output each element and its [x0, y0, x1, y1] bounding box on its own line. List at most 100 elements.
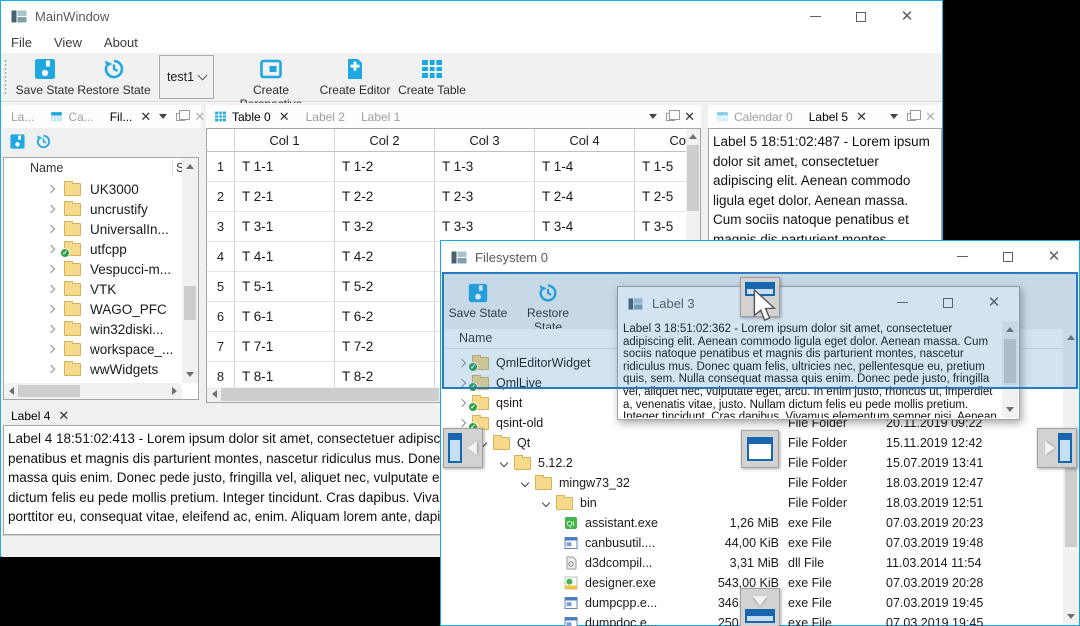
fs-tree-item[interactable]: mingw73_32 File Folder 18.03.2019 12:47 — [441, 473, 1063, 493]
row-number[interactable]: 7 — [207, 332, 235, 362]
close-group-icon[interactable]: ✕ — [194, 109, 205, 125]
tree-item[interactable]: Vespucci-m... — [4, 259, 198, 279]
maximize-button[interactable] — [985, 241, 1031, 272]
restore-state-button[interactable]: Restore State — [76, 57, 152, 97]
chevron-right-icon[interactable] — [46, 284, 56, 294]
table-cell[interactable]: T 7-2 — [335, 332, 435, 362]
create-table-button[interactable]: Create Table — [394, 57, 470, 97]
chevron-right-icon[interactable] — [46, 304, 56, 314]
column-header[interactable]: Col 2 — [335, 129, 435, 152]
scroll-down-icon[interactable] — [1006, 407, 1014, 412]
main-titlebar[interactable]: MainWindow ✕ — [1, 1, 942, 32]
undock-icon[interactable] — [176, 109, 191, 121]
scroll-up-icon[interactable] — [186, 164, 194, 169]
table-cell[interactable]: T 3-2 — [335, 212, 435, 242]
scroll-thumb[interactable] — [184, 286, 196, 320]
create-editor-button[interactable]: Create Editor — [315, 57, 395, 97]
tab-label-4[interactable]: Label 4 ✕ — [3, 406, 77, 425]
table-cell[interactable]: T 6-2 — [335, 302, 435, 332]
undock-icon[interactable] — [666, 109, 681, 121]
row-number[interactable]: 4 — [207, 242, 235, 272]
close-group-icon[interactable]: ✕ — [925, 109, 936, 125]
table-cell[interactable]: T 2-2 — [335, 182, 435, 212]
chevron-right-icon[interactable] — [46, 244, 56, 254]
scroll-down-icon[interactable] — [1067, 614, 1075, 619]
tree-item[interactable]: UK3000 — [4, 179, 198, 199]
save-state-button[interactable]: Save State — [7, 57, 83, 97]
table-cell[interactable]: T 5-1 — [235, 272, 335, 302]
dock-indicator-center[interactable] — [741, 430, 779, 468]
minimize-button[interactable] — [939, 241, 985, 272]
scroll-down-icon[interactable] — [186, 372, 194, 377]
chevron-right-icon[interactable] — [46, 344, 56, 354]
tab-filesystem[interactable]: Fil... ✕ — [102, 105, 160, 128]
tab-menu-icon[interactable] — [649, 114, 658, 119]
minimize-button[interactable] — [792, 1, 838, 32]
dock-indicator-right[interactable] — [1037, 428, 1077, 468]
tree-hscrollbar[interactable] — [4, 383, 182, 399]
close-icon[interactable]: ✕ — [279, 109, 290, 125]
scroll-thumb[interactable] — [221, 388, 439, 401]
tree-item[interactable]: uncrustify — [4, 199, 198, 219]
tree-item[interactable]: workspace_... — [4, 339, 198, 359]
close-button[interactable]: ✕ — [884, 1, 930, 32]
tab-calendar-0[interactable]: Ca... — [42, 105, 101, 128]
scroll-up-icon[interactable] — [689, 134, 697, 139]
close-group-icon[interactable]: ✕ — [684, 109, 695, 125]
row-number[interactable]: 1 — [207, 152, 235, 182]
tab-table-0[interactable]: Table 0 ✕ — [206, 105, 298, 128]
scroll-left-icon[interactable] — [9, 387, 14, 395]
tree-item[interactable]: UniversalIn... — [4, 219, 198, 239]
tree-item[interactable]: ✓ utfcpp — [4, 239, 198, 259]
table-cell[interactable]: T 1-4 — [535, 152, 635, 182]
scroll-thumb[interactable] — [18, 385, 80, 397]
table-cell[interactable]: T 1-1 — [235, 152, 335, 182]
scroll-left-icon[interactable] — [212, 390, 217, 398]
close-icon[interactable]: ✕ — [140, 109, 151, 125]
table-cell[interactable]: T 2-1 — [235, 182, 335, 212]
table-cell[interactable]: T 4-1 — [235, 242, 335, 272]
chevron-right-icon[interactable] — [46, 364, 56, 374]
column-header-name[interactable]: Name — [30, 161, 63, 175]
fs-tree-item[interactable]: canbusutil.... 44,00 KiB exe File 07.03.201… — [441, 533, 1063, 553]
tab-label-0[interactable]: La... — [3, 105, 42, 128]
table-cell[interactable]: T 3-4 — [535, 212, 635, 242]
dock-indicator-bottom[interactable] — [740, 588, 780, 626]
filesystem-titlebar[interactable]: Filesystem 0 ✕ — [441, 241, 1079, 273]
menu-file[interactable]: File — [11, 35, 32, 50]
tree-item[interactable]: VTK — [4, 279, 198, 299]
tree-item[interactable]: win32diski... — [4, 319, 198, 339]
fs-tree-item[interactable]: bin File Folder 18.03.2019 12:51 — [441, 493, 1063, 513]
chevron-down-icon[interactable] — [499, 458, 509, 468]
chevron-down-icon[interactable] — [520, 478, 530, 488]
chevron-right-icon[interactable] — [46, 324, 56, 334]
table-cell[interactable]: T 7-1 — [235, 332, 335, 362]
chevron-right-icon[interactable] — [457, 418, 467, 428]
dock-indicator-left[interactable] — [443, 428, 483, 468]
tab-menu-icon[interactable] — [890, 114, 899, 119]
row-number[interactable]: 3 — [207, 212, 235, 242]
table-cell[interactable]: T 3-3 — [435, 212, 535, 242]
tab-label-1[interactable]: Label 1 — [353, 105, 408, 128]
column-divider[interactable] — [172, 160, 173, 176]
chevron-right-icon[interactable] — [46, 264, 56, 274]
fs-tree-item[interactable]: d3dcompil... 3,31 MiB dll File 11.03.2014 1… — [441, 553, 1063, 573]
tree-item[interactable]: wwWidgets — [4, 359, 198, 379]
close-button[interactable]: ✕ — [1031, 241, 1077, 272]
tree-vscrollbar[interactable] — [182, 158, 198, 383]
close-icon[interactable]: ✕ — [856, 109, 867, 125]
tab-label-5[interactable]: Label 5 ✕ — [801, 105, 875, 128]
perspective-dropdown[interactable]: test1 — [159, 55, 214, 99]
table-cell[interactable]: T 2-4 — [535, 182, 635, 212]
table-cell[interactable]: T 4-2 — [335, 242, 435, 272]
column-header[interactable]: Col 3 — [435, 129, 535, 152]
maximize-button[interactable] — [838, 1, 884, 32]
chevron-right-icon[interactable] — [46, 184, 56, 194]
scroll-thumb[interactable] — [687, 145, 699, 211]
fs-tree-item[interactable]: Qt assistant.exe 1,26 MiB exe File 07.03.201… — [441, 513, 1063, 533]
row-number[interactable]: 6 — [207, 302, 235, 332]
chevron-right-icon[interactable] — [46, 204, 56, 214]
scroll-right-icon[interactable] — [172, 387, 177, 395]
restore-icon[interactable] — [35, 133, 52, 155]
menu-about[interactable]: About — [104, 35, 138, 50]
